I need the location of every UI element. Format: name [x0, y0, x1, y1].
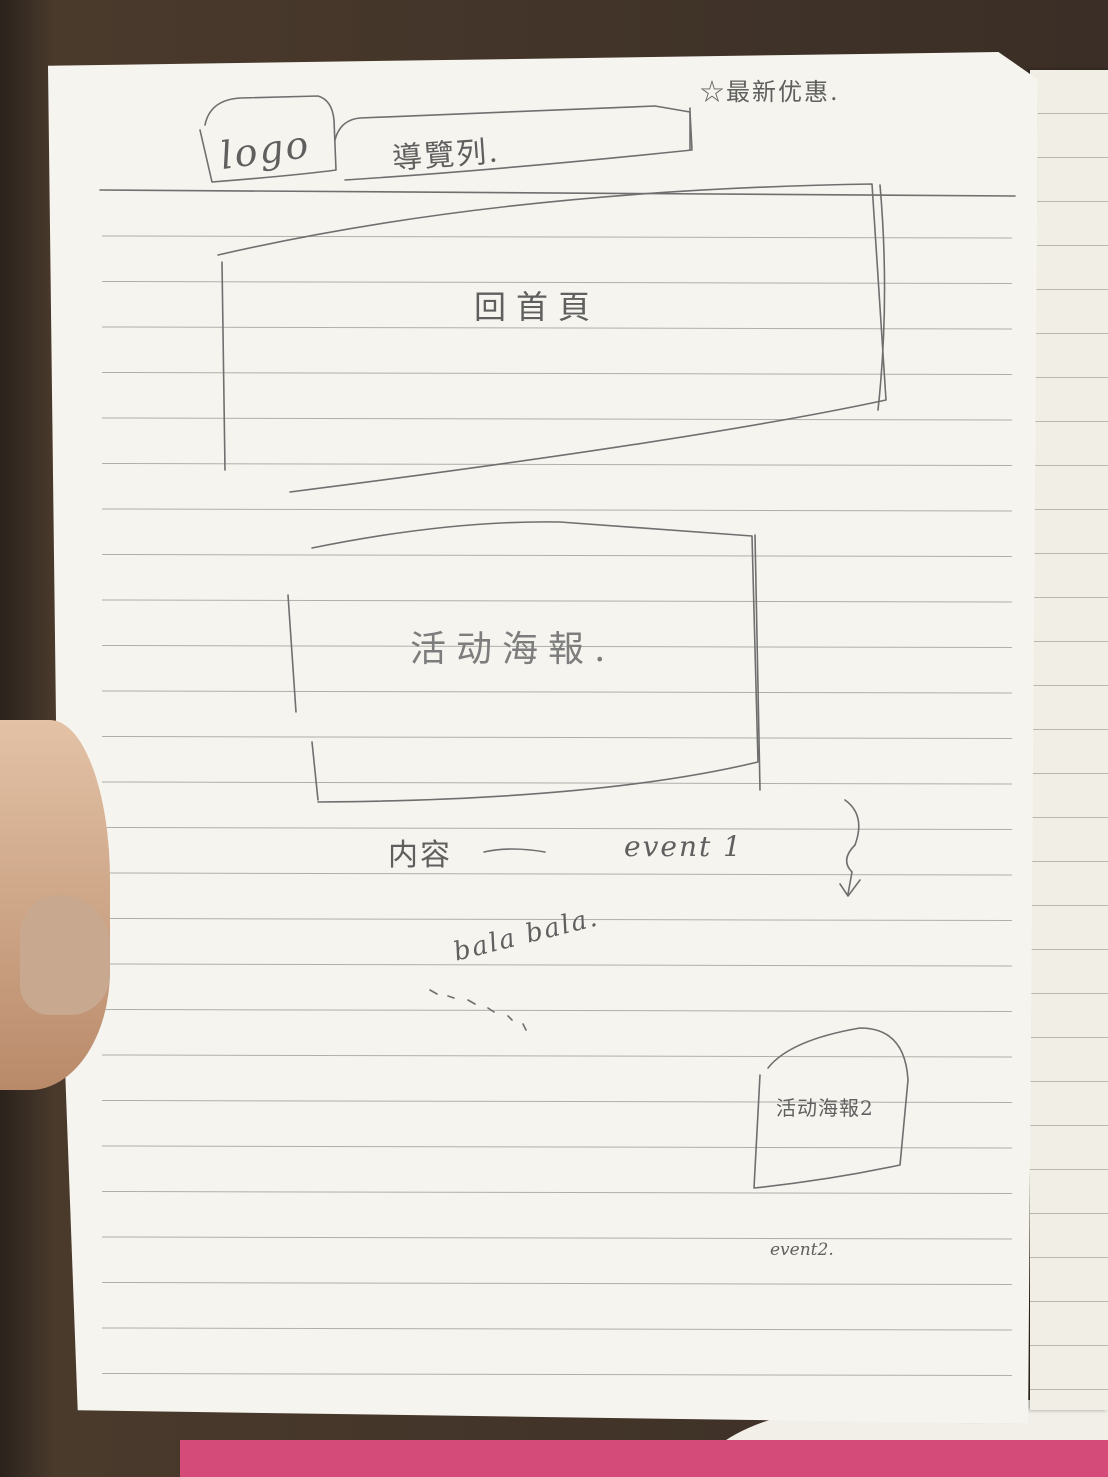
ruled-line	[101, 1054, 1013, 1058]
ruled-line	[101, 781, 1013, 785]
event2-text: event2.	[770, 1240, 834, 1260]
ruled-line	[101, 1100, 1013, 1103]
header-divider	[99, 189, 1016, 197]
ruled-line	[101, 1282, 1013, 1285]
poster1-text: 活动海報.	[410, 629, 616, 670]
event1-text: event 1	[624, 830, 743, 863]
poster2-text: 活动海報2	[776, 1096, 874, 1120]
pencil-sketch	[99, 95, 1016, 1376]
navbar-text: 導覽列.	[391, 134, 501, 177]
home-text: 回首頁	[474, 288, 601, 326]
ruled-lines	[101, 235, 1013, 1376]
ruled-line	[101, 1236, 1013, 1240]
ruled-line	[101, 827, 1013, 830]
ruled-line	[101, 372, 1013, 375]
promo-text: ☆最新优惠.	[700, 78, 840, 106]
down-arrow	[839, 799, 861, 897]
content-label: 内容	[388, 838, 452, 873]
ruled-line	[101, 599, 1013, 603]
ruled-line	[101, 690, 1013, 694]
ruled-line	[101, 1009, 1013, 1012]
ruled-line	[101, 736, 1013, 739]
ruled-line	[101, 1373, 1013, 1376]
ruled-line	[101, 463, 1013, 466]
ruled-line	[101, 872, 1013, 876]
thumb	[20, 895, 110, 1015]
ruled-line	[101, 1327, 1013, 1331]
ruled-line	[101, 963, 1013, 967]
home-banner-box	[217, 183, 887, 493]
ruled-line	[101, 1145, 1013, 1149]
ruled-line	[101, 417, 1013, 421]
ruled-line	[101, 1191, 1013, 1194]
content-dash	[483, 848, 546, 853]
ruled-line	[101, 554, 1013, 557]
navbar-box	[334, 105, 693, 181]
ruled-line	[101, 508, 1013, 512]
